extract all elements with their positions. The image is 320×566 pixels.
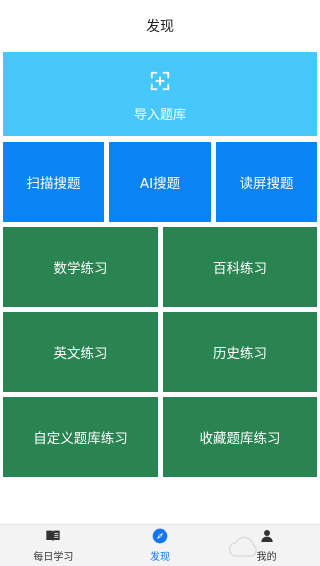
discover-page: 发现 导入题库 扫描搜题 AI搜题 读屏搜题 数学练习 百科练习 英文练习 历史… [0,0,320,566]
custom-bank-practice-button[interactable]: 自定义题库练习 [3,397,158,477]
page-title: 发现 [146,19,174,35]
math-practice-label: 数学练习 [53,261,108,277]
history-practice-button[interactable]: 历史练习 [163,312,317,392]
favorites-bank-practice-button[interactable]: 收藏题库练习 [163,397,317,477]
read-screen-search-button[interactable]: 读屏搜题 [216,142,317,222]
favorites-bank-practice-label: 收藏题库练习 [199,431,281,447]
scan-search-button[interactable]: 扫描搜题 [3,142,104,222]
read-screen-search-label: 读屏搜题 [239,176,294,192]
nav-item-discover[interactable]: 发现 [107,525,214,566]
add-frame-icon [150,71,170,90]
english-practice-button[interactable]: 英文练习 [3,312,158,392]
ai-search-button[interactable]: AI搜题 [109,142,211,222]
english-practice-label: 英文练习 [53,346,108,362]
ai-search-label: AI搜题 [139,176,181,192]
scan-search-label: 扫描搜题 [26,176,81,192]
import-question-bank-label: 导入题库 [133,107,186,123]
nav-label-discover: 发现 [150,552,170,563]
import-question-bank-button[interactable]: 导入题库 [3,52,317,136]
history-practice-label: 历史练习 [213,346,267,362]
custom-bank-practice-label: 自定义题库练习 [33,431,128,447]
encyclopedia-practice-button[interactable]: 百科练习 [163,227,317,307]
watermark-logo [228,536,257,557]
nav-label-daily-study: 每日学习 [33,552,74,563]
nav-item-daily-study[interactable]: 每日学习 [0,525,107,566]
encyclopedia-practice-label: 百科练习 [213,261,267,277]
compass-icon [152,528,168,544]
math-practice-button[interactable]: 数学练习 [3,227,158,307]
book-icon [46,530,60,542]
app-header: 发现 [0,0,320,52]
